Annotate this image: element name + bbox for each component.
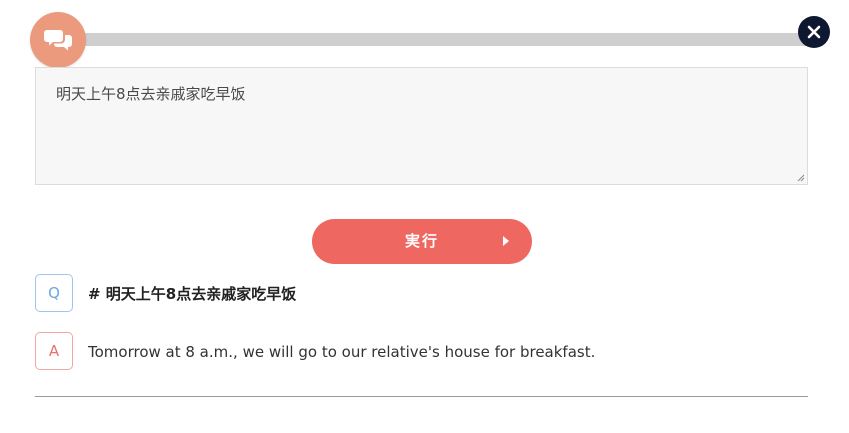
answer-text: Tomorrow at 8 a.m., we will go to our re… bbox=[88, 343, 596, 361]
run-button-label: 実行 bbox=[404, 232, 439, 250]
answer-badge: A bbox=[35, 332, 73, 370]
input-text: 明天上午8点去亲戚家吃早饭 bbox=[56, 85, 246, 103]
run-button[interactable]: 実行 bbox=[312, 219, 532, 264]
close-icon bbox=[807, 25, 821, 39]
question-text: # 明天上午8点去亲戚家吃早饭 bbox=[88, 285, 297, 303]
text-input-area[interactable]: 明天上午8点去亲戚家吃早饭 bbox=[35, 67, 808, 185]
divider bbox=[35, 396, 808, 397]
progress-track bbox=[58, 33, 814, 46]
close-button[interactable] bbox=[798, 16, 830, 48]
chat-bubbles-icon bbox=[30, 12, 86, 68]
question-badge: Q bbox=[35, 274, 73, 312]
resize-handle-icon[interactable] bbox=[797, 174, 805, 182]
play-arrow-icon bbox=[503, 236, 509, 246]
